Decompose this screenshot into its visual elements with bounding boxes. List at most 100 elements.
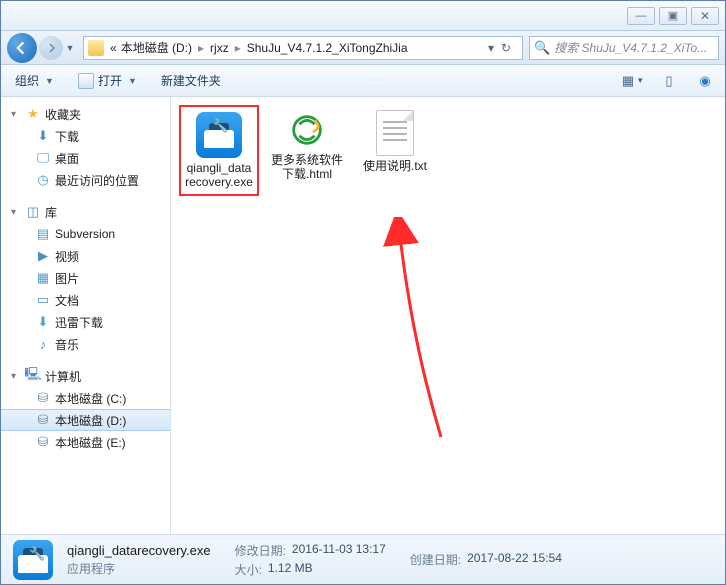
sidebar-label: 下载 — [55, 128, 79, 145]
sidebar-downloads[interactable]: ⬇下载 — [1, 125, 170, 147]
search-input[interactable]: 🔍 搜索 ShuJu_V4.7.1.2_XiTo... — [529, 36, 719, 60]
open-label: 打开 — [98, 72, 122, 89]
nav-history-dropdown[interactable]: ▼ — [63, 36, 77, 60]
pictures-icon: ▦ — [35, 270, 51, 286]
address-bar: ▼ « 本地磁盘 (D:) ▸ rjxz ▸ ShuJu_V4.7.1.2_Xi… — [1, 31, 725, 65]
sidebar-documents[interactable]: ▭文档 — [1, 289, 170, 311]
minimize-button[interactable]: — — [627, 7, 655, 25]
sidebar-desktop[interactable]: 🖵桌面 — [1, 147, 170, 169]
back-button[interactable] — [7, 33, 37, 63]
help-button[interactable]: ◉ — [693, 70, 717, 92]
nav-buttons: ▼ — [7, 33, 77, 63]
file-item-txt[interactable]: 使用说明.txt — [359, 109, 431, 173]
drive-icon: ⛁ — [35, 412, 51, 428]
sidebar-xunlei[interactable]: ⬇迅雷下载 — [1, 311, 170, 333]
documents-icon: ▭ — [35, 292, 51, 308]
details-pane: 🔧 qiangli_datarecovery.exe 应用程序 修改日期: 201… — [1, 534, 725, 584]
sidebar-label: 本地磁盘 (D:) — [55, 412, 126, 429]
view-options-button[interactable]: ▦▼ — [621, 70, 645, 92]
open-icon — [78, 73, 94, 89]
organize-label: 组织 — [15, 72, 39, 89]
desktop-icon: 🖵 — [35, 150, 51, 166]
status-meta-right: 创建日期:2017-08-22 15:54 — [410, 551, 562, 568]
sidebar: ▾★收藏夹 ⬇下载 🖵桌面 ◷最近访问的位置 ▾◫库 ▤Subversion ▶… — [1, 97, 171, 534]
sidebar-label: Subversion — [55, 227, 115, 241]
close-button[interactable]: ✕ — [691, 7, 719, 25]
breadcrumb-dropdown[interactable]: ▾ — [488, 41, 494, 55]
txt-icon — [371, 109, 419, 157]
toolbar: 组织 ▼ 打开 ▼ 新建文件夹 ▦▼ ▯ ◉ — [1, 65, 725, 97]
breadcrumb-item[interactable]: ShuJu_V4.7.1.2_XiTongZhiJia — [245, 39, 410, 57]
sidebar-favorites[interactable]: ▾★收藏夹 — [1, 103, 170, 125]
sidebar-label: 视频 — [55, 248, 79, 265]
sidebar-videos[interactable]: ▶视频 — [1, 245, 170, 267]
forward-button[interactable] — [39, 36, 63, 60]
file-name: 更多系统软件下载.html — [271, 153, 343, 182]
sidebar-label: 图片 — [55, 270, 79, 287]
sidebar-label: 文档 — [55, 292, 79, 309]
html-icon — [286, 109, 328, 151]
new-folder-button[interactable]: 新建文件夹 — [155, 69, 227, 92]
sidebar-drive-d[interactable]: ⛁本地磁盘 (D:) — [1, 409, 170, 431]
status-filetype: 应用程序 — [67, 560, 211, 577]
sidebar-label: 迅雷下载 — [55, 314, 103, 331]
collapse-icon: ▾ — [11, 371, 21, 382]
breadcrumb-item[interactable]: 本地磁盘 (D:) — [119, 37, 194, 58]
sidebar-label: 计算机 — [45, 368, 81, 385]
refresh-button[interactable]: ↻ — [498, 41, 514, 55]
file-name: 使用说明.txt — [363, 159, 427, 173]
open-button[interactable]: 打开 ▼ — [72, 69, 143, 92]
drive-icon: ⛁ — [35, 390, 51, 406]
libraries-icon: ◫ — [25, 204, 41, 220]
breadcrumb-item[interactable]: rjxz — [208, 39, 231, 57]
collapse-icon: ▾ — [11, 109, 21, 120]
sidebar-label: 最近访问的位置 — [55, 172, 139, 189]
back-arrow-icon — [15, 41, 29, 55]
exe-icon: 🔧 — [195, 111, 243, 159]
file-item-html[interactable]: 更多系统软件下载.html — [271, 109, 343, 182]
modified-label: 修改日期: — [235, 542, 286, 559]
sidebar-label: 本地磁盘 (E:) — [55, 434, 126, 451]
status-main: qiangli_datarecovery.exe 应用程序 — [67, 543, 211, 577]
sidebar-recent[interactable]: ◷最近访问的位置 — [1, 169, 170, 191]
sidebar-label: 桌面 — [55, 150, 79, 167]
sidebar-drive-e[interactable]: ⛁本地磁盘 (E:) — [1, 431, 170, 453]
breadcrumb-controls: ▾ ↻ — [484, 41, 518, 55]
sidebar-drive-c[interactable]: ⛁本地磁盘 (C:) — [1, 387, 170, 409]
computer-icon: 🖳 — [25, 368, 41, 384]
file-name: qiangli_datarecovery.exe — [185, 161, 253, 190]
sidebar-music[interactable]: ♪音乐 — [1, 333, 170, 355]
size-label: 大小: — [235, 561, 262, 578]
search-icon: 🔍 — [534, 40, 550, 56]
explorer-window: — ▣ ✕ ▼ « 本地磁盘 (D:) ▸ rjxz ▸ ShuJu_V4.7.… — [0, 0, 726, 585]
forward-arrow-icon — [46, 43, 56, 53]
drive-icon: ⛁ — [35, 434, 51, 450]
music-icon: ♪ — [35, 336, 51, 352]
file-pane[interactable]: 🔧 qiangli_datarecovery.exe 更多系统软件下载.html… — [171, 97, 725, 534]
xunlei-icon: ⬇ — [35, 314, 51, 330]
search-placeholder: 搜索 ShuJu_V4.7.1.2_XiTo... — [554, 39, 714, 56]
chevron-down-icon: ▼ — [45, 76, 54, 86]
sidebar-computer[interactable]: ▾ 🖳计算机 — [1, 365, 170, 387]
sidebar-pictures[interactable]: ▦图片 — [1, 267, 170, 289]
created-value: 2017-08-22 15:54 — [467, 551, 562, 568]
sidebar-subversion[interactable]: ▤ Subversion — [1, 223, 170, 245]
downloads-icon: ⬇ — [35, 128, 51, 144]
sidebar-label: 音乐 — [55, 336, 79, 353]
size-value: 1.12 MB — [268, 561, 313, 578]
sidebar-libraries[interactable]: ▾◫库 — [1, 201, 170, 223]
breadcrumb-prefix: « — [108, 39, 119, 57]
annotation-arrow — [351, 217, 471, 457]
modified-value: 2016-11-03 13:17 — [292, 542, 386, 559]
preview-pane-button[interactable]: ▯ — [657, 70, 681, 92]
sidebar-label: 库 — [45, 204, 57, 221]
maximize-button[interactable]: ▣ — [659, 7, 687, 25]
chevron-right-icon: ▸ — [194, 41, 208, 55]
file-item-exe[interactable]: 🔧 qiangli_datarecovery.exe — [183, 109, 255, 192]
subversion-icon: ▤ — [35, 226, 51, 242]
status-filename: qiangli_datarecovery.exe — [67, 543, 211, 558]
folder-icon — [88, 40, 104, 56]
breadcrumb[interactable]: « 本地磁盘 (D:) ▸ rjxz ▸ ShuJu_V4.7.1.2_XiTo… — [83, 36, 523, 60]
organize-button[interactable]: 组织 ▼ — [9, 69, 60, 92]
Selected-file-icon: 🔧 — [13, 540, 53, 580]
